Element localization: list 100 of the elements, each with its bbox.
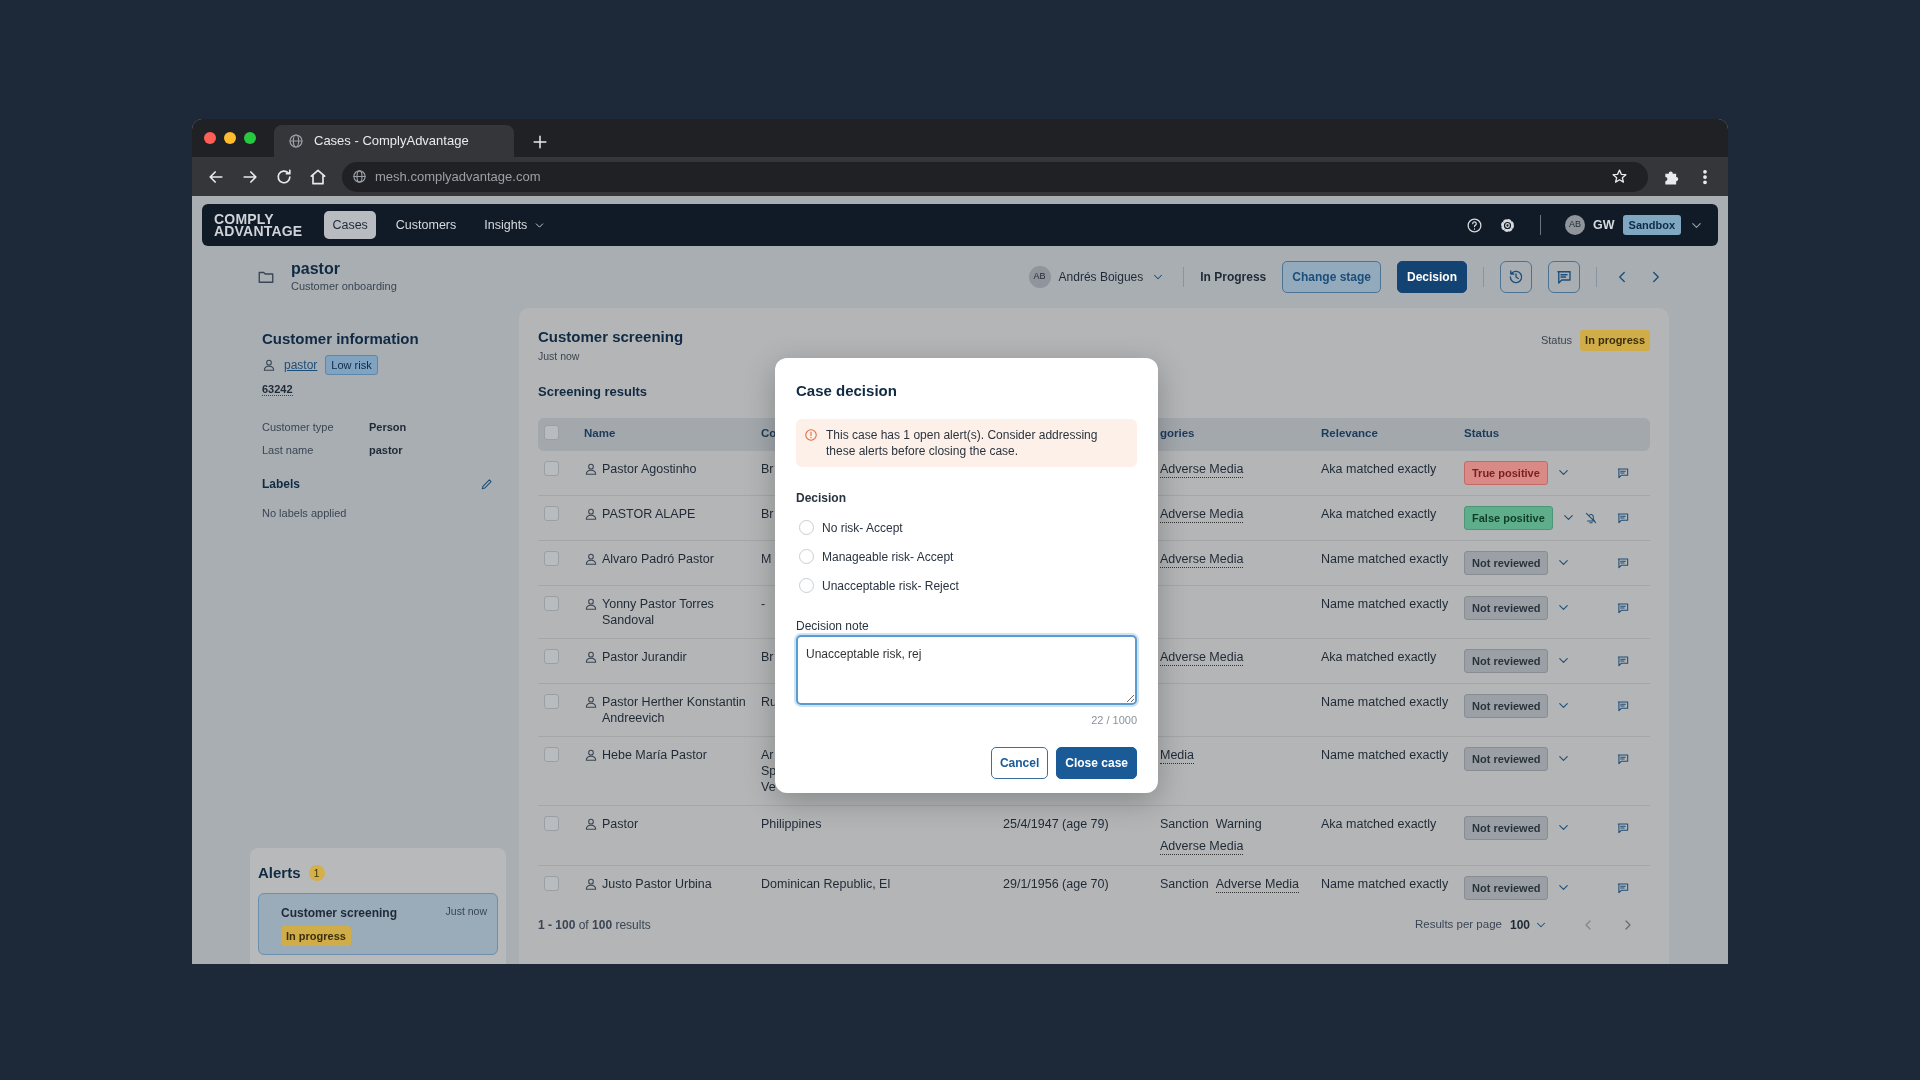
radio-button[interactable] bbox=[799, 578, 814, 593]
nav-tab[interactable]: Insights bbox=[476, 210, 555, 240]
comment-icon[interactable] bbox=[1616, 880, 1630, 895]
nav-tab[interactable]: Cases bbox=[324, 210, 376, 240]
relevance-text: Name matched exactly bbox=[1321, 876, 1449, 891]
comment-icon[interactable] bbox=[1616, 465, 1630, 480]
status-badge: In progress bbox=[281, 925, 351, 946]
warning-text: This case has 1 open alert(s). Consider addressing these alerts before closing the case. bbox=[826, 426, 1099, 459]
customer-link[interactable]: pastor bbox=[284, 355, 318, 374]
checkbox[interactable] bbox=[544, 424, 559, 440]
history-icon bbox=[1507, 268, 1525, 286]
card-title: Customer screening bbox=[538, 327, 684, 347]
window-control-dot[interactable] bbox=[204, 132, 216, 144]
alert-item[interactable]: Customer screening Just now In progress bbox=[258, 892, 498, 955]
settings-icon[interactable] bbox=[1499, 216, 1516, 234]
column-header: gories bbox=[1160, 426, 1195, 439]
alerts-title: Alerts bbox=[258, 863, 301, 883]
category-link[interactable]: Adverse Media bbox=[1160, 837, 1244, 855]
comments-button[interactable] bbox=[1548, 261, 1580, 293]
person-icon bbox=[584, 816, 598, 831]
birth-date: 25/4/1947 (age 79) bbox=[1003, 816, 1109, 831]
pencil-icon[interactable] bbox=[480, 476, 494, 491]
category-link[interactable]: Adverse Media bbox=[1160, 460, 1244, 478]
checkbox[interactable] bbox=[544, 693, 559, 709]
field-label: Customer type bbox=[262, 419, 335, 435]
category-text: Sanction bbox=[1160, 875, 1209, 893]
status-badge: False positive bbox=[1464, 505, 1553, 530]
labels-title: Labels bbox=[262, 475, 300, 493]
user-initials: GW bbox=[1593, 216, 1615, 234]
category-link[interactable]: Adverse Media bbox=[1160, 648, 1244, 666]
globe-icon bbox=[352, 169, 367, 184]
option-label: No risk- Accept bbox=[822, 519, 903, 537]
radio-button[interactable] bbox=[799, 549, 814, 564]
decision-label: Decision bbox=[796, 489, 847, 507]
bookmark-star-icon[interactable] bbox=[1611, 168, 1628, 185]
assignee-dropdown[interactable]: AB Andrés Boigues bbox=[1026, 264, 1168, 290]
category-link[interactable]: Adverse Media bbox=[1160, 550, 1244, 568]
change-stage-button[interactable]: Change stage bbox=[1282, 261, 1381, 293]
relevance-text: Aka matched exactly bbox=[1321, 816, 1437, 831]
person-icon bbox=[584, 551, 598, 566]
comment-icon[interactable] bbox=[1616, 555, 1630, 570]
character-counter: 22 / 1000 bbox=[1090, 713, 1137, 728]
relevance-text: Name matched exactly bbox=[1321, 596, 1449, 611]
warning-icon bbox=[804, 427, 818, 442]
checkbox[interactable] bbox=[544, 460, 559, 476]
option-label: Unacceptable risk- Reject bbox=[822, 577, 959, 595]
muted-bell-icon[interactable] bbox=[1583, 510, 1598, 525]
country-text: Br bbox=[761, 505, 774, 522]
checkbox[interactable] bbox=[544, 595, 559, 611]
decision-note-field[interactable]: Unacceptable risk, rej bbox=[796, 634, 1137, 705]
comment-icon[interactable] bbox=[1616, 751, 1630, 766]
empty-labels-text: No labels applied bbox=[262, 505, 348, 521]
case-subtitle: Customer onboarding bbox=[291, 278, 397, 294]
person-icon bbox=[584, 649, 598, 664]
assignee-avatar: AB bbox=[1028, 266, 1051, 288]
close-case-button[interactable]: Close case bbox=[1056, 746, 1137, 779]
result-name: Justo Pastor Urbina bbox=[602, 875, 712, 892]
checkbox[interactable] bbox=[544, 815, 559, 831]
comment-icon[interactable] bbox=[1616, 820, 1630, 835]
relevance-text: Name matched exactly bbox=[1321, 694, 1449, 709]
column-header: Relevance bbox=[1321, 426, 1378, 439]
result-name: Alvaro Padró Pastor bbox=[602, 550, 714, 567]
person-icon bbox=[584, 506, 598, 521]
category-link[interactable]: Media bbox=[1160, 746, 1195, 764]
category-link[interactable]: Adverse Media bbox=[1160, 505, 1244, 523]
comment-icon[interactable] bbox=[1616, 600, 1630, 615]
globe-icon bbox=[288, 133, 304, 149]
checkbox[interactable] bbox=[544, 648, 559, 664]
person-icon bbox=[584, 461, 598, 476]
comment-icon[interactable] bbox=[1616, 698, 1630, 713]
status-badge: Not reviewed bbox=[1464, 648, 1549, 673]
window-control-dot[interactable] bbox=[244, 132, 256, 144]
comment-icon[interactable] bbox=[1616, 653, 1630, 668]
field-value: pastor bbox=[369, 443, 403, 458]
category-link[interactable]: Adverse Media bbox=[1215, 875, 1300, 893]
checkbox[interactable] bbox=[544, 550, 559, 566]
radio-button[interactable] bbox=[799, 520, 814, 535]
assignee-name: Andrés Boigues bbox=[1058, 269, 1144, 286]
checkbox[interactable] bbox=[544, 875, 559, 891]
checkbox[interactable] bbox=[544, 505, 559, 521]
nav-tab[interactable]: Customers bbox=[387, 210, 465, 240]
comment-icon[interactable] bbox=[1616, 510, 1630, 525]
option-label: Manageable risk- Accept bbox=[822, 548, 954, 566]
browser-tab[interactable]: Cases - ComplyAdvantage bbox=[274, 125, 514, 157]
help-icon[interactable] bbox=[1466, 216, 1483, 234]
results-summary: 1 - 100 of 100 results bbox=[538, 916, 651, 934]
birth-date: 29/1/1956 (age 70) bbox=[1003, 876, 1109, 891]
history-button[interactable] bbox=[1500, 261, 1532, 293]
checkbox[interactable] bbox=[544, 746, 559, 762]
status-badge: Not reviewed bbox=[1464, 550, 1549, 575]
risk-badge: Low risk bbox=[325, 354, 378, 375]
per-page-select[interactable]: 100 bbox=[1509, 915, 1548, 934]
relevance-text: Aka matched exactly bbox=[1321, 506, 1437, 521]
address-bar[interactable]: mesh.complyadvantage.com bbox=[342, 161, 1648, 192]
column-header: Name bbox=[584, 426, 616, 439]
country-text: Br bbox=[761, 648, 774, 665]
window-control-dot[interactable] bbox=[224, 132, 236, 144]
decision-button[interactable]: Decision bbox=[1397, 261, 1467, 293]
cancel-button[interactable]: Cancel bbox=[990, 746, 1049, 779]
status-badge: Not reviewed bbox=[1464, 815, 1549, 840]
